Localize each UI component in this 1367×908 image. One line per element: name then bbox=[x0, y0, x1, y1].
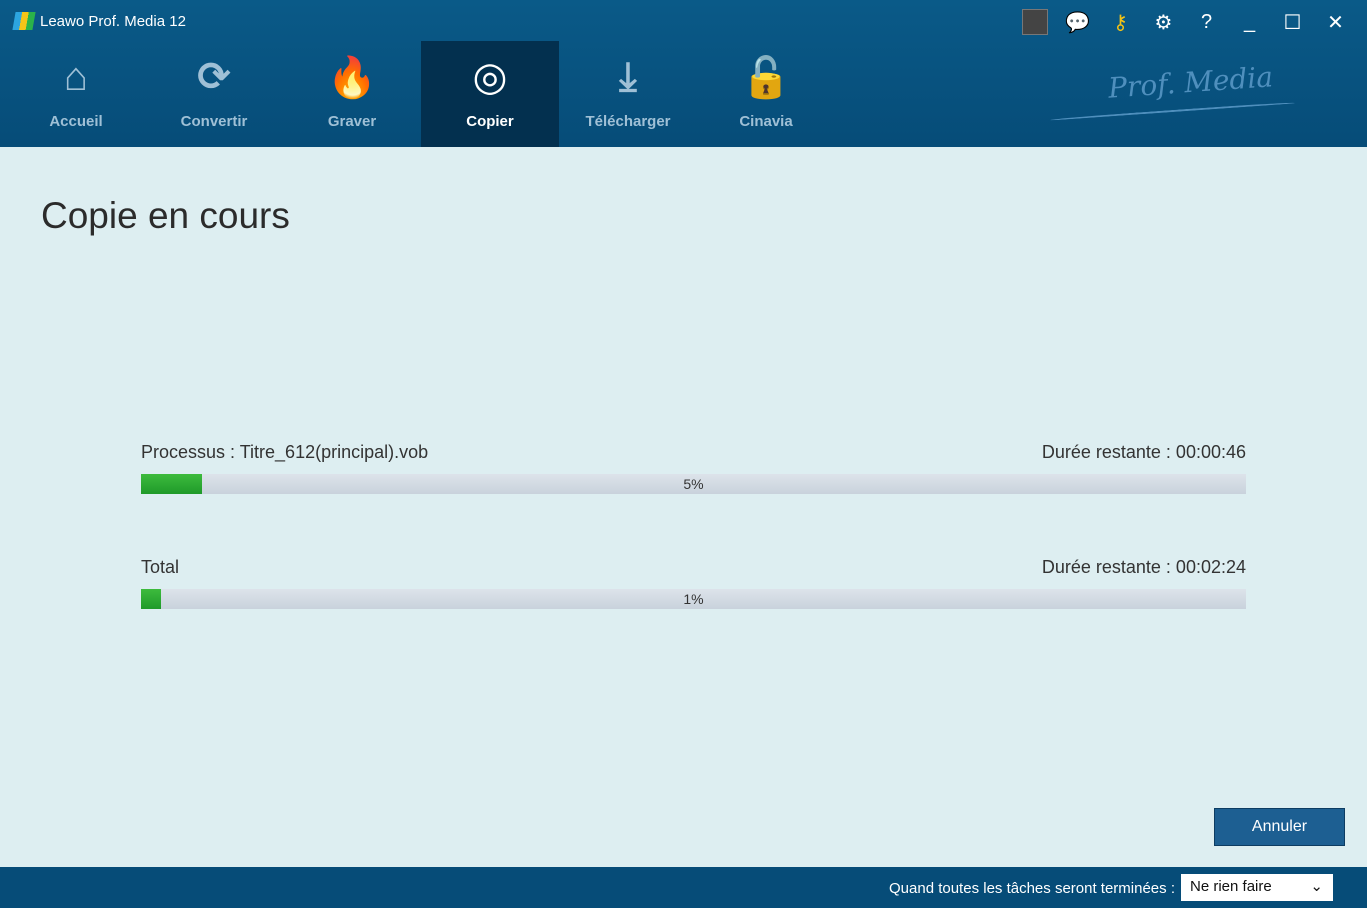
tab-cinavia[interactable]: 🔓 Cinavia bbox=[697, 41, 835, 147]
total-progress-bar: 1% bbox=[141, 589, 1246, 609]
tab-copier[interactable]: ◎ Copier bbox=[421, 41, 559, 147]
burn-icon: 🔥 bbox=[327, 55, 377, 100]
process-progress-bar: 5% bbox=[141, 474, 1246, 494]
close-icon[interactable]: ✕ bbox=[1314, 8, 1357, 36]
cancel-button[interactable]: Annuler bbox=[1214, 808, 1345, 846]
app-title: Leawo Prof. Media 12 bbox=[12, 12, 186, 30]
brand-logo: Prof. Media bbox=[1107, 60, 1275, 105]
tab-label: Copier bbox=[466, 113, 514, 130]
tab-label: Télécharger bbox=[585, 113, 671, 130]
help-icon[interactable]: ? bbox=[1185, 8, 1228, 36]
after-tasks-label: Quand toutes les tâches seront terminées… bbox=[889, 880, 1175, 897]
tab-label: Convertir bbox=[180, 113, 248, 130]
process-percent: 5% bbox=[683, 476, 704, 492]
gear-icon[interactable]: ⚙ bbox=[1142, 8, 1185, 36]
process-remaining: Durée restante : 00:00:46 bbox=[1041, 442, 1246, 462]
app-title-text: Leawo Prof. Media 12 bbox=[40, 12, 186, 30]
disc-copy-icon: ◎ bbox=[472, 55, 508, 99]
tab-telecharger[interactable]: ⤓ Télécharger bbox=[559, 41, 697, 147]
tab-label: Cinavia bbox=[739, 113, 793, 130]
footer: Quand toutes les tâches seront terminées… bbox=[0, 867, 1367, 908]
maximize-icon[interactable]: ☐ bbox=[1271, 8, 1314, 36]
total-label: Total bbox=[141, 557, 180, 577]
total-remaining: Durée restante : 00:02:24 bbox=[1041, 557, 1246, 577]
brand-swoosh bbox=[1050, 101, 1295, 122]
download-icon: ⤓ bbox=[619, 54, 637, 99]
after-tasks-select[interactable]: Ne rien faire ⌄ bbox=[1181, 874, 1333, 901]
process-row: Processus : Titre_612(principal).vob Duré… bbox=[141, 442, 1246, 463]
tab-graver[interactable]: 🔥 Graver bbox=[283, 41, 421, 147]
select-value: Ne rien faire bbox=[1190, 878, 1272, 895]
tab-accueil[interactable]: ⌂ Accueil bbox=[7, 41, 145, 147]
page-title: Copie en cours bbox=[41, 195, 290, 236]
tab-label: Graver bbox=[327, 113, 377, 130]
chevron-down-icon: ⌄ bbox=[1310, 878, 1323, 895]
feedback-icon[interactable]: 💬 bbox=[1056, 8, 1099, 36]
minimize-icon[interactable]: _ bbox=[1228, 8, 1271, 36]
amd-icon[interactable] bbox=[1013, 8, 1056, 36]
total-row: Total Durée restante : 00:02:24 bbox=[141, 557, 1246, 578]
process-label: Processus : Titre_612(principal).vob bbox=[141, 442, 429, 462]
tab-convertir[interactable]: ⟳ Convertir bbox=[145, 41, 283, 147]
home-icon: ⌂ bbox=[63, 54, 89, 99]
header: Leawo Prof. Media 12 💬 ⚷ ⚙ ? _ ☐ ✕ ⌂ Accu… bbox=[0, 0, 1367, 147]
total-percent: 1% bbox=[683, 591, 704, 607]
app-logo-icon bbox=[12, 12, 36, 30]
unlock-icon: 🔓 bbox=[741, 55, 791, 100]
tab-label: Accueil bbox=[49, 113, 103, 130]
convert-icon: ⟳ bbox=[197, 55, 231, 99]
key-icon[interactable]: ⚷ bbox=[1099, 8, 1142, 36]
